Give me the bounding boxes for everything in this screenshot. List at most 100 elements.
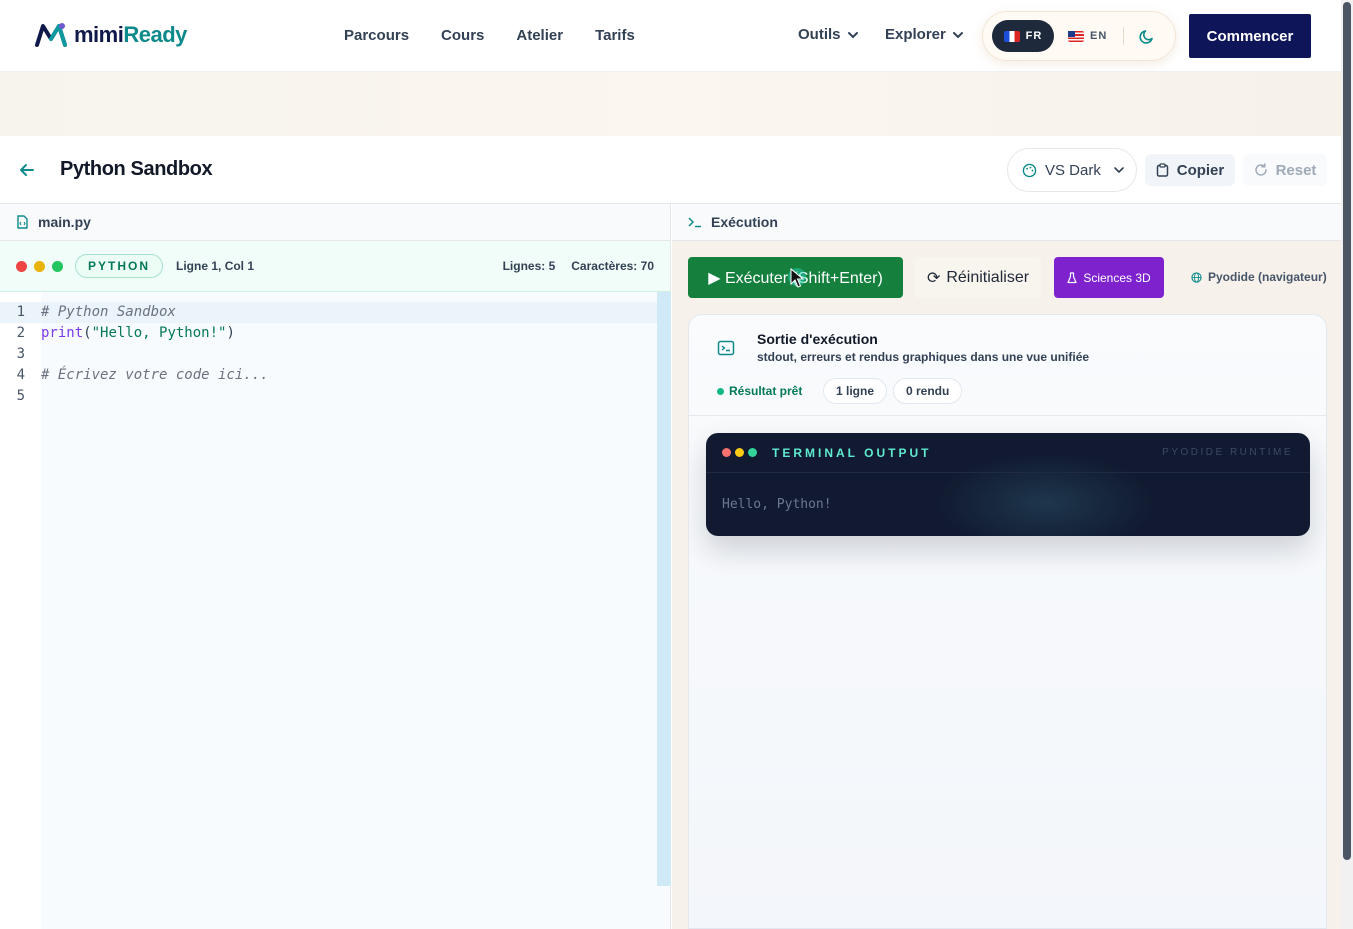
status-label: Résultat prêt bbox=[729, 384, 803, 398]
output-header: Sortie d'exécution stdout, erreurs et re… bbox=[689, 315, 1326, 416]
line-count: Lignes: 5 bbox=[502, 259, 556, 273]
nav-dropdown-outils[interactable]: Outils bbox=[798, 26, 859, 43]
line-number: 1 bbox=[16, 304, 25, 320]
lang-fr-label: FR bbox=[1025, 30, 1043, 42]
clipboard-icon bbox=[1156, 163, 1168, 177]
nav-link-atelier[interactable]: Atelier bbox=[516, 27, 563, 44]
chevron-down-icon bbox=[1114, 167, 1124, 174]
code-punct: ) bbox=[226, 325, 235, 341]
lang-fr-button[interactable]: FR bbox=[992, 20, 1054, 52]
moon-icon[interactable] bbox=[1138, 27, 1156, 45]
nav-link-tarifs[interactable]: Tarifs bbox=[595, 27, 635, 44]
flag-fr-icon bbox=[1003, 30, 1020, 42]
window-dot-green bbox=[748, 448, 757, 457]
char-count: Caractères: 70 bbox=[571, 259, 654, 273]
code-line[interactable]: 1 # Python Sandbox bbox=[0, 302, 657, 323]
refresh-icon bbox=[1254, 163, 1267, 176]
code-line[interactable]: 3 bbox=[0, 344, 657, 365]
output-subtitle: stdout, erreurs et rendus graphiques dan… bbox=[757, 350, 1090, 364]
render-count-chip: 0 rendu bbox=[893, 378, 963, 404]
code-line[interactable]: 4 # Écrivez votre code ici... bbox=[0, 365, 657, 386]
chevron-down-icon bbox=[952, 31, 963, 38]
nav-dropdown-explorer[interactable]: Explorer bbox=[885, 26, 964, 43]
science-3d-button[interactable]: Sciences 3D bbox=[1054, 257, 1164, 298]
code-punct: ( bbox=[83, 325, 92, 341]
line-number: 4 bbox=[16, 367, 25, 383]
reset-button[interactable]: Reset bbox=[1243, 154, 1327, 186]
editor-panel: main.py PYTHON Ligne 1, Col 1 Lignes: 5 … bbox=[0, 204, 671, 929]
editor-toolbar: PYTHON Ligne 1, Col 1 Lignes: 5 Caractèr… bbox=[0, 241, 670, 292]
line-number: 5 bbox=[16, 388, 25, 404]
chevron-down-icon bbox=[847, 31, 858, 38]
code-text: print("Hello, Python!") bbox=[41, 323, 235, 344]
hero-band bbox=[0, 72, 1341, 136]
back-arrow-icon[interactable] bbox=[18, 161, 36, 179]
terminal-output-text: Hello, Python! bbox=[722, 497, 832, 512]
lang-en-button[interactable]: EN bbox=[1068, 30, 1107, 42]
execution-panel: Exécution ▶ Exécuter (Shift+Enter) ⟳ Réi… bbox=[672, 204, 1341, 929]
top-navbar: mimiReady Parcours Cours Atelier Tarifs … bbox=[0, 0, 1341, 72]
code-keyword: print bbox=[41, 325, 84, 341]
execution-tab-label: Exécution bbox=[711, 214, 778, 230]
line-count-chip: 1 ligne bbox=[823, 378, 888, 404]
code-text: # Écrivez votre code ici... bbox=[41, 367, 269, 383]
logo-mark-icon bbox=[35, 23, 67, 47]
code-string: "Hello, Python!" bbox=[91, 325, 227, 341]
lang-en-label: EN bbox=[1090, 30, 1108, 42]
palette-icon bbox=[1022, 163, 1037, 177]
page-scrollbar[interactable] bbox=[1341, 0, 1353, 929]
nav-dropdown-label: Outils bbox=[798, 26, 841, 43]
globe-icon bbox=[1191, 271, 1202, 283]
terminal-title: TERMINAL OUTPUT bbox=[772, 445, 932, 460]
terminal-titlebar: TERMINAL OUTPUT PYODIDE RUNTIME bbox=[706, 433, 1310, 473]
terminal-icon bbox=[717, 340, 735, 356]
window-dot-yellow bbox=[34, 260, 45, 272]
nav-link-cours[interactable]: Cours bbox=[441, 27, 484, 44]
language-switcher: FR EN bbox=[982, 11, 1176, 61]
reinitialize-button[interactable]: ⟳ Réinitialiser bbox=[915, 257, 1041, 298]
code-editor[interactable]: 1 # Python Sandbox 2 print("Hello, Pytho… bbox=[0, 292, 671, 929]
nav-dropdown-label: Explorer bbox=[885, 26, 946, 43]
terminal-output-window: TERMINAL OUTPUT PYODIDE RUNTIME Hello, P… bbox=[706, 433, 1310, 536]
start-button[interactable]: Commencer bbox=[1189, 14, 1311, 58]
runtime-label: Pyodide (navigateur) bbox=[1208, 270, 1327, 284]
window-dot-red bbox=[16, 260, 27, 272]
flask-icon bbox=[1067, 271, 1077, 283]
code-line[interactable]: 2 print("Hello, Python!") bbox=[0, 323, 657, 344]
runtime-indicator: Pyodide (navigateur) bbox=[1191, 270, 1327, 284]
output-title: Sortie d'exécution bbox=[757, 331, 878, 347]
main-nav: Parcours Cours Atelier Tarifs bbox=[344, 27, 635, 44]
scrollbar-thumb[interactable] bbox=[1343, 2, 1351, 860]
brand-logo[interactable]: mimiReady bbox=[34, 22, 187, 48]
language-badge: PYTHON bbox=[75, 254, 164, 278]
editor-minimap[interactable] bbox=[657, 292, 671, 886]
execution-tab[interactable]: Exécution bbox=[672, 204, 1341, 241]
code-line[interactable]: 5 bbox=[0, 386, 657, 407]
flag-us-icon bbox=[1068, 30, 1084, 42]
output-card: Sortie d'exécution stdout, erreurs et re… bbox=[688, 314, 1327, 929]
window-dot-red bbox=[722, 448, 731, 457]
status-dot bbox=[717, 387, 724, 395]
brand-name: mimiReady bbox=[74, 22, 187, 47]
status-badge: Résultat prêt bbox=[717, 384, 802, 398]
mouse-pointer-icon bbox=[788, 267, 806, 288]
copy-label: Copier bbox=[1176, 161, 1225, 179]
file-tab[interactable]: main.py bbox=[0, 204, 670, 241]
editor-stats: Lignes: 5 Caractères: 70 bbox=[503, 259, 654, 273]
reinitialize-label: Réinitialiser bbox=[946, 268, 1030, 286]
file-code-icon bbox=[17, 215, 28, 229]
reset-label: Reset bbox=[1275, 161, 1317, 179]
terminal-prompt-icon bbox=[688, 217, 701, 228]
divider bbox=[1123, 27, 1125, 45]
line-number: 3 bbox=[16, 346, 25, 362]
cursor-position: Ligne 1, Col 1 bbox=[176, 259, 255, 273]
nav-link-parcours[interactable]: Parcours bbox=[344, 27, 409, 44]
page-title: Python Sandbox bbox=[60, 158, 213, 180]
refresh-icon: ⟳ bbox=[926, 269, 941, 287]
copy-button[interactable]: Copier bbox=[1145, 154, 1235, 186]
theme-select[interactable]: VS Dark bbox=[1007, 148, 1137, 192]
file-name: main.py bbox=[38, 214, 91, 230]
code-text: # Python Sandbox bbox=[41, 304, 176, 320]
sandbox-header: Python Sandbox VS Dark Copier Reset bbox=[0, 136, 1341, 204]
science-3d-label: Sciences 3D bbox=[1083, 270, 1151, 285]
